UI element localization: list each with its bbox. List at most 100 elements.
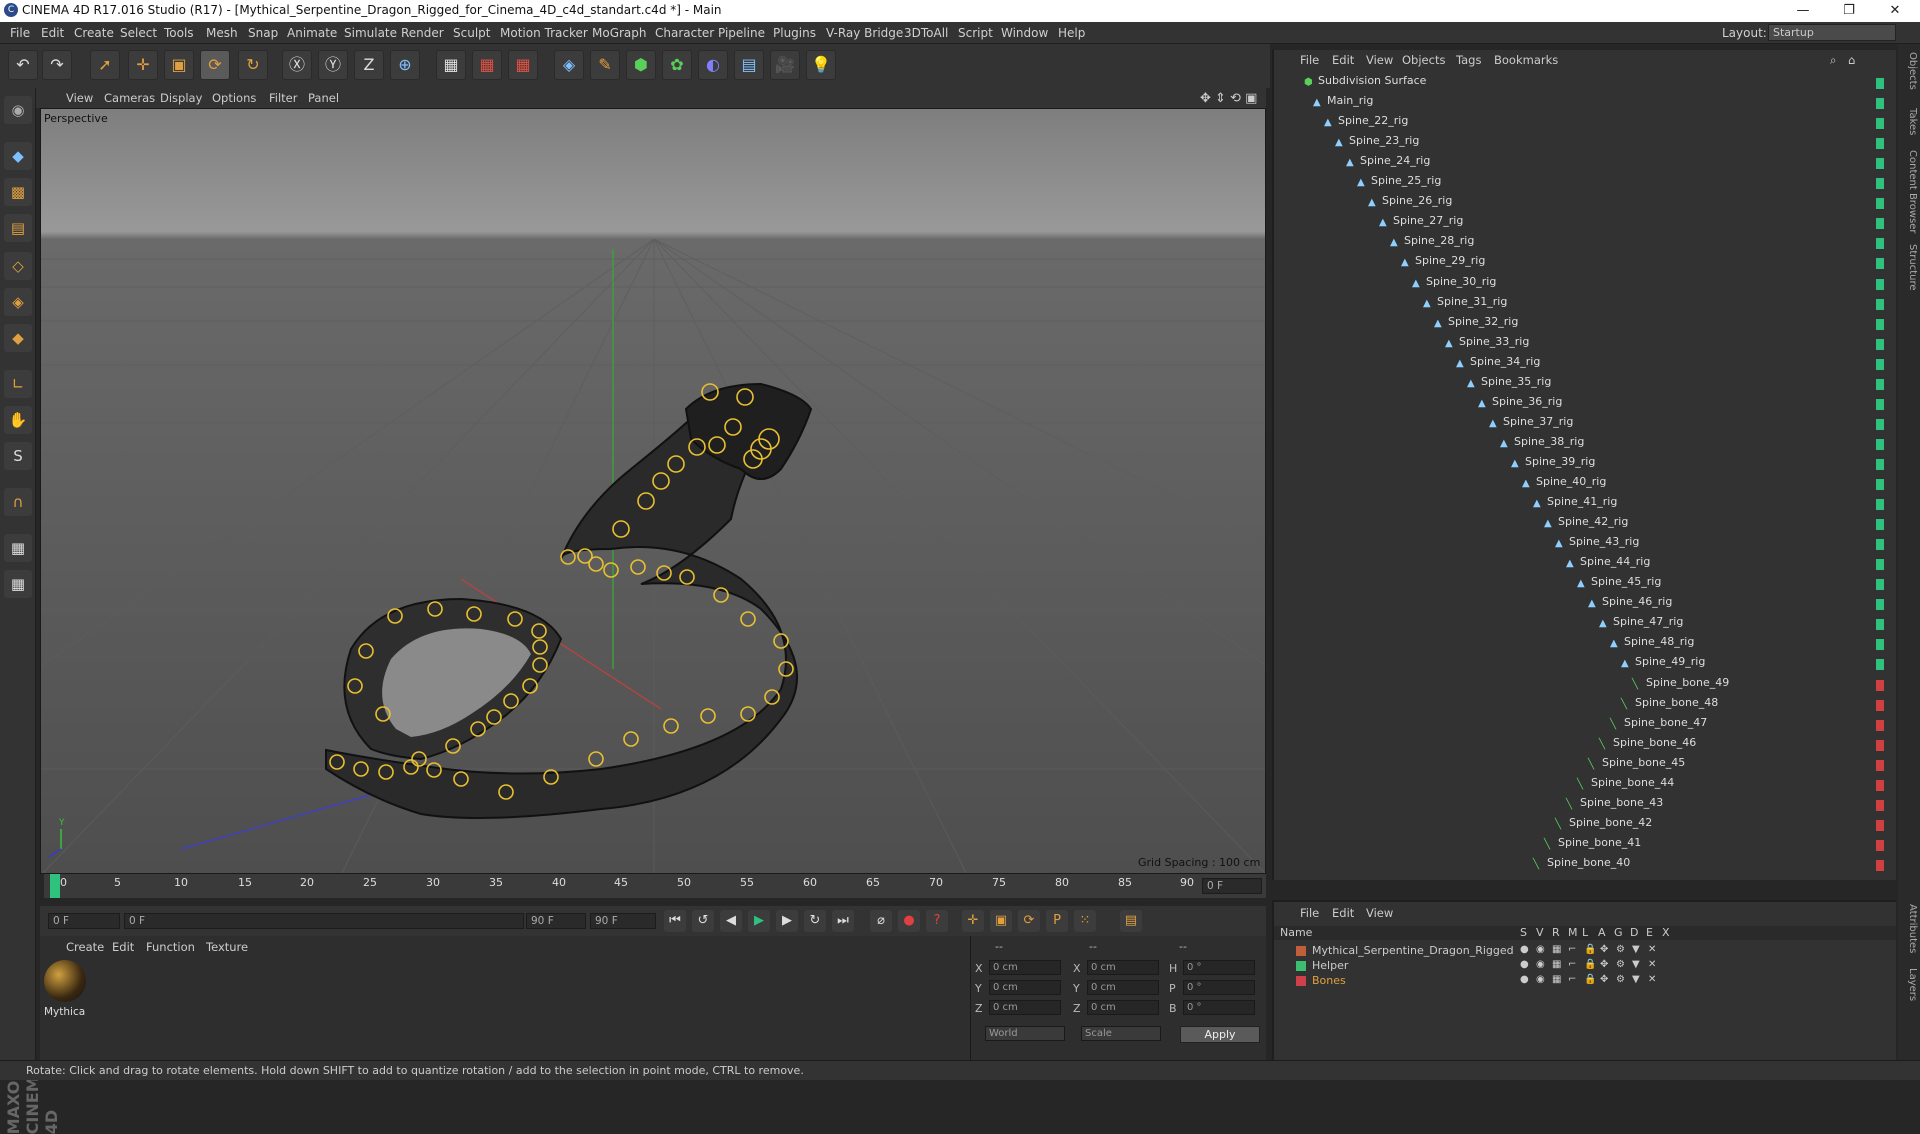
polygons-mode-icon[interactable]: ◆ — [4, 324, 32, 352]
tab-attributes[interactable]: Attributes — [1900, 904, 1918, 953]
key-scale-icon[interactable]: ▣ — [990, 910, 1012, 932]
object-row[interactable]: ▲ Spine_45_rig — [1577, 575, 1661, 595]
layer-toggle-icon[interactable]: ⚙ — [1616, 944, 1625, 955]
go-to-start-icon[interactable]: ⏮ — [664, 910, 686, 932]
layer-color-tag[interactable] — [1876, 278, 1884, 290]
edges-mode-icon[interactable]: ◈ — [4, 288, 32, 316]
layer-toggle-icon[interactable]: ✕ — [1648, 959, 1656, 970]
object-menu-edit[interactable]: Edit — [1332, 53, 1354, 67]
close-button[interactable]: ✕ — [1872, 0, 1918, 22]
viewport-menu-filter[interactable]: Filter — [269, 91, 297, 105]
viewport-menu-display[interactable]: Display — [160, 91, 202, 105]
object-menu-file[interactable]: File — [1300, 53, 1319, 67]
layer-menu-file[interactable]: File — [1300, 906, 1319, 920]
object-row[interactable]: ▲ Spine_43_rig — [1555, 535, 1639, 555]
object-row[interactable]: ▲ Spine_29_rig — [1401, 254, 1485, 274]
layer-color-tag[interactable] — [1876, 619, 1884, 631]
object-row[interactable]: ▲ Spine_24_rig — [1346, 154, 1430, 174]
layer-toggle-icon[interactable]: ⌐ — [1568, 974, 1576, 985]
rotation-p-field[interactable]: 0 ° — [1183, 980, 1255, 995]
camera-icon[interactable]: 🎥 — [770, 50, 800, 80]
lock-workplane-icon[interactable]: ▦ — [4, 534, 32, 562]
range-end-field[interactable]: 90 F — [526, 913, 586, 929]
menu-render[interactable]: Render — [401, 26, 444, 40]
layer-color-swatch[interactable] — [1296, 946, 1306, 956]
key-point-level-icon[interactable]: ⁙ — [1074, 910, 1096, 932]
object-row[interactable]: ▲ Spine_49_rig — [1621, 655, 1705, 675]
menu-vray-bridge[interactable]: V-Ray Bridge — [826, 26, 903, 40]
layer-color-tag[interactable] — [1876, 98, 1884, 110]
timeline-playhead[interactable] — [50, 874, 60, 898]
layer-menu-edit[interactable]: Edit — [1332, 906, 1354, 920]
rotation-h-field[interactable]: 0 ° — [1183, 960, 1255, 975]
apply-button[interactable]: Apply — [1180, 1026, 1260, 1043]
menu-animate[interactable]: Animate — [287, 26, 337, 40]
object-row[interactable]: ⬢ Subdivision Surface — [1304, 74, 1426, 94]
layer-color-tag[interactable] — [1876, 178, 1884, 190]
make-editable-icon[interactable]: ◉ — [4, 96, 32, 124]
layer-color-swatch[interactable] — [1296, 961, 1306, 971]
previous-key-icon[interactable]: ↺ — [692, 910, 714, 932]
floor-icon[interactable]: ▤ — [734, 50, 764, 80]
viewport-menu-options[interactable]: Options — [212, 91, 256, 105]
light-icon[interactable]: 💡 — [806, 50, 836, 80]
layer-color-tag[interactable] — [1876, 158, 1884, 170]
timeline-frame-field[interactable]: 0 F — [1202, 878, 1262, 894]
end-frame-field[interactable]: 90 F — [590, 913, 656, 929]
layer-toggle-icon[interactable]: ✥ — [1600, 974, 1608, 985]
layer-color-tag[interactable] — [1876, 78, 1884, 89]
tab-takes[interactable]: Takes — [1900, 108, 1918, 135]
layer-color-tag[interactable] — [1876, 759, 1884, 771]
object-row[interactable]: ▲ Spine_48_rig — [1610, 635, 1694, 655]
layer-color-tag[interactable] — [1876, 138, 1884, 150]
menu-character[interactable]: Character — [655, 26, 714, 40]
layer-toggle-icon[interactable]: 🔒 — [1584, 974, 1596, 985]
object-row[interactable]: ▲ Spine_28_rig — [1390, 234, 1474, 254]
planar-workplane-icon[interactable]: ▦ — [4, 570, 32, 598]
menu-3dtoall[interactable]: 3DToAll — [904, 26, 948, 40]
autokey-icon[interactable]: ? — [926, 910, 948, 932]
play-icon[interactable]: ▶ — [748, 910, 770, 932]
3d-viewport[interactable]: Y — [40, 108, 1266, 874]
layer-toggle-icon[interactable]: ▦ — [1552, 959, 1561, 970]
undo-icon[interactable]: ↶ — [8, 50, 38, 80]
size-x-field[interactable]: 0 cm — [1087, 960, 1159, 975]
texture-mode-icon[interactable]: ▩ — [4, 178, 32, 206]
layer-color-tag[interactable] — [1876, 438, 1884, 450]
menu-sculpt[interactable]: Sculpt — [453, 26, 490, 40]
points-mode-icon[interactable]: ◇ — [4, 252, 32, 280]
object-row[interactable]: ▲ Spine_27_rig — [1379, 214, 1463, 234]
menu-mograph[interactable]: MoGraph — [592, 26, 647, 40]
cloner-icon[interactable]: ✿ — [662, 50, 692, 80]
layer-toggle-icon[interactable]: ◉ — [1536, 959, 1545, 970]
layer-toggle-icon[interactable]: ◉ — [1536, 944, 1545, 955]
tweak-mode-icon[interactable]: ✋ — [4, 406, 32, 434]
menu-help[interactable]: Help — [1058, 26, 1085, 40]
object-row[interactable]: ▲ Spine_32_rig — [1434, 315, 1518, 335]
layer-toggle-icon[interactable]: 🔒 — [1584, 959, 1596, 970]
motion-path-icon[interactable]: ⌀ — [870, 910, 892, 932]
layer-toggle-icon[interactable]: ⌐ — [1568, 959, 1576, 970]
layer-toggle-icon[interactable]: ▦ — [1552, 944, 1561, 955]
menu-simulate[interactable]: Simulate — [344, 26, 397, 40]
layer-color-tag[interactable] — [1876, 799, 1884, 811]
spline-pen-icon[interactable]: ✎ — [590, 50, 620, 80]
search-icon[interactable]: ⌕ — [1830, 53, 1836, 68]
menu-file[interactable]: File — [10, 26, 30, 40]
object-row[interactable]: ▲ Spine_41_rig — [1533, 495, 1617, 515]
layer-toggle-icon[interactable]: ● — [1520, 959, 1529, 970]
layer-color-tag[interactable] — [1876, 458, 1884, 470]
position-y-field[interactable]: 0 cm — [989, 980, 1061, 995]
layer-color-tag[interactable] — [1876, 198, 1884, 210]
key-position-icon[interactable]: ✛ — [962, 910, 984, 932]
menu-snap[interactable]: Snap — [248, 26, 278, 40]
layer-color-tag[interactable] — [1876, 719, 1884, 731]
layer-toggle-icon[interactable]: ▼ — [1632, 944, 1640, 955]
layer-color-tag[interactable] — [1876, 579, 1884, 591]
layer-color-tag[interactable] — [1876, 639, 1884, 651]
layer-toggle-icon[interactable]: ✥ — [1600, 944, 1608, 955]
layer-menu-view[interactable]: View — [1366, 906, 1393, 920]
layer-color-tag[interactable] — [1876, 779, 1884, 791]
viewport-nav-icon[interactable]: ✥ ⇕ ⟲ ▣ — [1200, 91, 1257, 106]
menu-window[interactable]: Window — [1001, 26, 1048, 40]
